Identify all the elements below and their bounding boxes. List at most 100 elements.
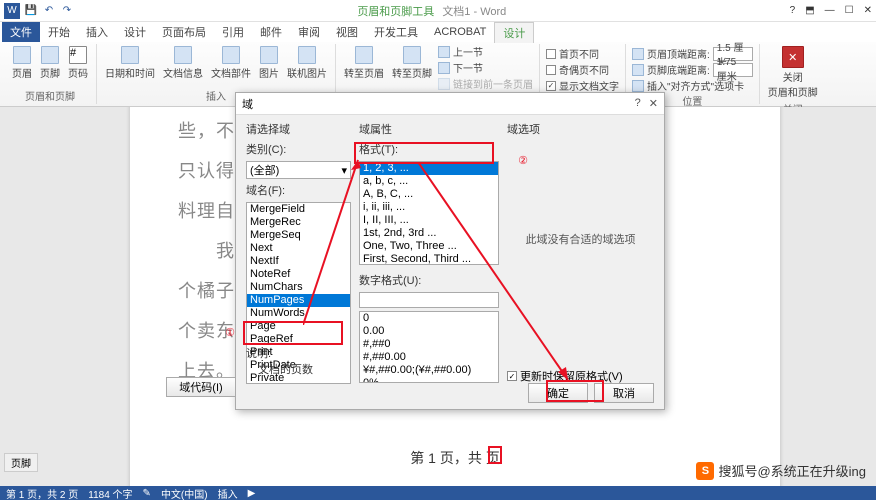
- undo-icon[interactable]: ↶: [42, 4, 56, 18]
- field-item[interactable]: NoteRef: [247, 268, 350, 281]
- field-item[interactable]: NumChars: [247, 281, 350, 294]
- save-icon[interactable]: 💾: [24, 4, 38, 18]
- status-macro-icon[interactable]: ▶: [248, 488, 256, 499]
- status-word-count[interactable]: 1184 个字: [88, 486, 132, 501]
- format-item[interactable]: First, Second, Third ...: [360, 253, 498, 265]
- footer-text[interactable]: 第 1 页，共 页: [130, 448, 780, 468]
- format-item[interactable]: i, ii, iii, ...: [360, 201, 498, 214]
- link-previous-button[interactable]: 链接到前一条页眉: [438, 76, 533, 91]
- dialog-titlebar: 域 ? ✕: [236, 93, 664, 115]
- numformat-item[interactable]: ¥#,##0.00;(¥#,##0.00): [360, 364, 498, 377]
- field-options-label: 域选项: [507, 121, 654, 137]
- format-item[interactable]: a, b, c, ...: [360, 175, 498, 188]
- numformat-item[interactable]: 0: [360, 312, 498, 325]
- contextual-tab-label: 页眉和页脚工具: [357, 3, 434, 19]
- field-item[interactable]: MergeField: [247, 203, 350, 216]
- format-list[interactable]: 1, 2, 3, ...a, b, c, ...A, B, C, ...i, i…: [359, 161, 499, 265]
- field-item[interactable]: NumPages: [247, 294, 350, 307]
- preserve-formatting-checkbox[interactable]: ✓更新时保留原格式(V): [507, 368, 654, 384]
- format-item[interactable]: 1, 2, 3, ...: [360, 162, 498, 175]
- help-icon[interactable]: ?: [790, 5, 796, 16]
- online-picture-button[interactable]: 联机图片: [285, 44, 329, 82]
- tab-acrobat[interactable]: ACROBAT: [426, 24, 494, 40]
- window-controls: ? ⬒ — ☐ ✕: [790, 5, 872, 16]
- tab-hf-design[interactable]: 设计: [494, 22, 534, 43]
- field-item[interactable]: MergeSeq: [247, 229, 350, 242]
- different-first-page-checkbox[interactable]: 首页不同: [546, 46, 619, 61]
- picture-button[interactable]: 图片: [257, 44, 281, 82]
- number-format-label: 数字格式(U):: [359, 272, 499, 288]
- dialog-title: 域: [242, 96, 253, 112]
- category-dropdown[interactable]: (全部)▾: [246, 161, 351, 179]
- close-icon[interactable]: ✕: [864, 5, 872, 16]
- show-document-text-checkbox[interactable]: ✓显示文档文字: [546, 78, 619, 93]
- select-field-label: 请选择域: [246, 121, 351, 137]
- goto-footer-button[interactable]: 转至页脚: [390, 44, 434, 82]
- quick-parts-button[interactable]: 文档部件: [209, 44, 253, 82]
- status-proofing-icon[interactable]: ✎: [143, 488, 151, 499]
- status-language[interactable]: 中文(中国): [161, 486, 208, 501]
- footer-button[interactable]: 页脚: [38, 44, 62, 82]
- numformat-item[interactable]: 0.00: [360, 325, 498, 338]
- footer-tab-label: 页脚: [4, 453, 38, 472]
- numformat-item[interactable]: #,##0.00: [360, 351, 498, 364]
- close-header-footer-button[interactable]: ✕关闭 页眉和页脚: [766, 44, 820, 101]
- number-format-input[interactable]: [359, 292, 499, 308]
- next-section-button[interactable]: 下一节: [438, 60, 533, 75]
- quick-access-toolbar: W 💾 ↶ ↷: [4, 3, 74, 19]
- field-item[interactable]: NextIf: [247, 255, 350, 268]
- tab-insert[interactable]: 插入: [78, 22, 116, 42]
- different-odd-even-checkbox[interactable]: 奇偶页不同: [546, 62, 619, 77]
- tab-layout[interactable]: 页面布局: [154, 22, 214, 42]
- field-codes-button[interactable]: 域代码(I): [166, 377, 236, 397]
- status-page[interactable]: 第 1 页，共 2 页: [6, 486, 78, 501]
- tab-file[interactable]: 文件: [2, 22, 40, 42]
- tab-mailings[interactable]: 邮件: [252, 22, 290, 42]
- page-number-button[interactable]: #页码: [66, 44, 90, 82]
- previous-section-button[interactable]: 上一节: [438, 44, 533, 59]
- ribbon-toggle-icon[interactable]: ⬒: [805, 5, 814, 16]
- tab-references[interactable]: 引用: [214, 22, 252, 42]
- header-button[interactable]: 页眉: [10, 44, 34, 82]
- numformat-item[interactable]: 0%: [360, 377, 498, 383]
- numformat-item[interactable]: #,##0: [360, 338, 498, 351]
- redo-icon[interactable]: ↷: [60, 4, 74, 18]
- dialog-close-icon[interactable]: ✕: [649, 97, 658, 110]
- watermark: S 搜狐号@系统正在升级ing: [696, 461, 866, 480]
- chevron-down-icon: ▾: [341, 164, 347, 177]
- title-bar: W 💾 ↶ ↷ 页眉和页脚工具 文档1 - Word ? ⬒ — ☐ ✕: [0, 0, 876, 22]
- word-icon: W: [4, 3, 20, 19]
- group-close: ✕关闭 页眉和页脚 关闭: [760, 44, 826, 104]
- field-item[interactable]: MergeRec: [247, 216, 350, 229]
- cancel-button[interactable]: 取消: [594, 383, 654, 403]
- maximize-icon[interactable]: ☐: [845, 5, 854, 16]
- footer-distance-spinner[interactable]: 1.75 厘米: [713, 63, 753, 77]
- tab-review[interactable]: 审阅: [290, 22, 328, 42]
- group-label: 页眉和页脚: [10, 88, 90, 104]
- format-item[interactable]: I, II, III, ...: [360, 214, 498, 227]
- field-properties-label: 域属性: [359, 121, 499, 137]
- field-item[interactable]: Page: [247, 320, 350, 333]
- insert-alignment-tab-button[interactable]: 插入"对齐方式"选项卡: [632, 78, 753, 93]
- field-item[interactable]: Next: [247, 242, 350, 255]
- tab-home[interactable]: 开始: [40, 22, 78, 42]
- sohu-logo-icon: S: [696, 462, 714, 480]
- format-label: 格式(T):: [359, 141, 499, 157]
- ok-button[interactable]: 确定: [528, 383, 588, 403]
- field-item[interactable]: NumWords: [247, 307, 350, 320]
- no-options-text: 此域没有合适的域选项: [507, 141, 654, 305]
- format-item[interactable]: One, Two, Three ...: [360, 240, 498, 253]
- doc-info-button[interactable]: 文档信息: [161, 44, 205, 82]
- format-item[interactable]: 1st, 2nd, 3rd ...: [360, 227, 498, 240]
- number-format-list[interactable]: 00.00#,##0#,##0.00¥#,##0.00;(¥#,##0.00)0…: [359, 311, 499, 383]
- goto-header-button[interactable]: 转至页眉: [342, 44, 386, 82]
- tab-view[interactable]: 视图: [328, 22, 366, 42]
- date-time-button[interactable]: 日期和时间: [103, 44, 157, 82]
- tab-developer[interactable]: 开发工具: [366, 22, 426, 42]
- dialog-help-icon[interactable]: ?: [635, 97, 641, 110]
- status-insert-mode[interactable]: 插入: [218, 486, 238, 501]
- minimize-icon[interactable]: —: [825, 5, 835, 16]
- tab-design-main[interactable]: 设计: [116, 22, 154, 42]
- format-item[interactable]: A, B, C, ...: [360, 188, 498, 201]
- description-area: 说明: 文档的页数: [246, 345, 313, 377]
